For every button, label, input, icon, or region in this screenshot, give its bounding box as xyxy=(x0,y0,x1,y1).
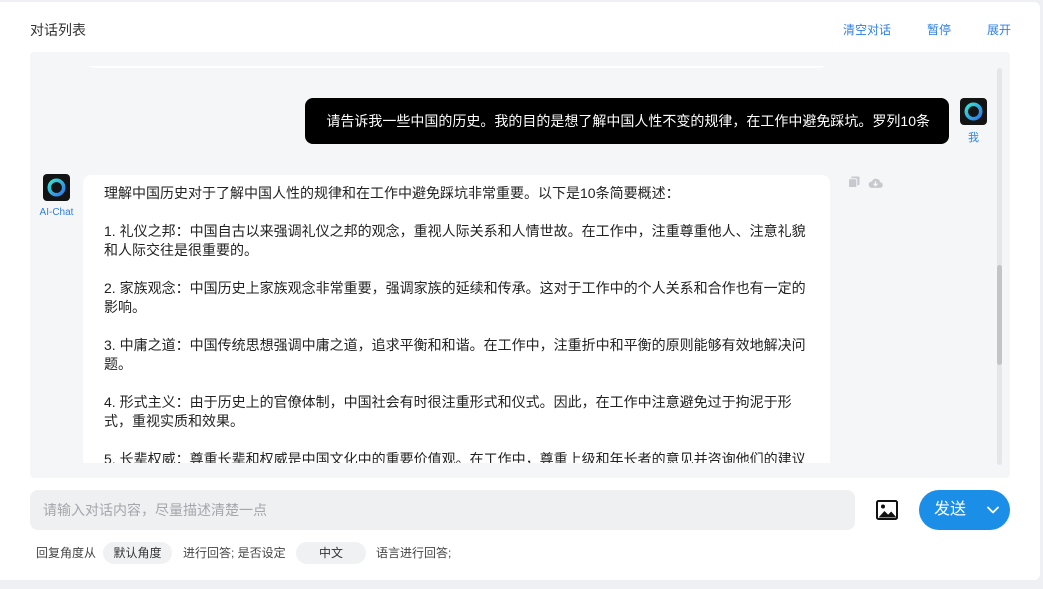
ai-message-paragraph: 4. 形式主义：由于历史上的官僚体制，中国社会有时很注重形式和仪式。因此，在工作… xyxy=(104,394,792,429)
message-list: 请告诉我一些中国的历史。我的目的是想了解中国人性不变的规律，在工作中避免踩坑。罗… xyxy=(30,66,1010,463)
ai-message-paragraph: 1. 礼仪之邦：中国自古以来强调礼仪之邦的观念，重视人际关系和人情世故。在工作中… xyxy=(104,223,806,258)
reply-angle-select[interactable]: 默认角度 xyxy=(103,542,172,564)
send-button-label: 发送 xyxy=(934,501,967,518)
cloud-download-icon xyxy=(868,178,883,188)
chat-panel: 对话列表 清空对话 暂停 展开 请告诉我一些中国的历史。我的目的是想了解中国人性… xyxy=(0,2,1040,580)
user-name-label: 我 xyxy=(968,132,979,144)
scrollbar-track[interactable] xyxy=(997,68,1002,465)
clear-conversation-link[interactable]: 清空对话 xyxy=(843,20,891,40)
chevron-down-icon xyxy=(987,506,999,514)
copy-icon xyxy=(848,176,860,188)
page-title: 对话列表 xyxy=(30,22,86,38)
ai-logo-icon xyxy=(43,174,70,201)
reply-language-prefix: 进行回答; 是否设定 xyxy=(183,546,286,560)
ai-avatar xyxy=(43,174,70,201)
image-icon xyxy=(876,500,898,520)
user-message-bubble: 请告诉我一些中国的历史。我的目的是想了解中国人性不变的规律，在工作中避免踩坑。罗… xyxy=(305,98,949,144)
user-avatar xyxy=(960,98,987,125)
reply-angle-prefix: 回复角度从 xyxy=(36,546,97,560)
chat-area: 请告诉我一些中国的历史。我的目的是想了解中国人性不变的规律，在工作中避免踩坑。罗… xyxy=(30,52,1010,478)
ai-logo-icon xyxy=(960,98,987,125)
message-input[interactable] xyxy=(30,490,855,530)
download-button[interactable] xyxy=(868,177,883,189)
ai-message-paragraph: 3. 中庸之道：中国传统思想强调中庸之道，追求平衡和和谐。在工作中，注重折中和平… xyxy=(104,337,806,372)
previous-message-bubble xyxy=(83,66,830,68)
copy-button[interactable] xyxy=(848,176,860,188)
ai-message-paragraph: 2. 家族观念：中国历史上家族观念非常重要，强调家族的延续和传承。这对于工作中的… xyxy=(104,280,806,315)
user-message-text: 请告诉我一些中国的历史。我的目的是想了解中国人性不变的规律，在工作中避免踩坑。罗… xyxy=(326,113,930,129)
expand-link[interactable]: 展开 xyxy=(987,20,1011,40)
reply-language-select[interactable]: 中文 xyxy=(296,542,366,564)
upload-image-button[interactable] xyxy=(876,500,898,520)
ai-message-paragraph: 理解中国历史对于了解中国人性的规律和在工作中避免踩坑非常重要。以下是10条简要概… xyxy=(104,185,680,201)
reply-language-suffix: 语言进行回答; xyxy=(376,546,452,560)
ai-message-paragraph: 5. 长辈权威：尊重长辈和权威是中国文化中的重要价值观。在工作中，尊重上级和年长… xyxy=(104,451,806,463)
send-button[interactable]: 发送 xyxy=(919,490,1010,530)
ai-message-bubble: 理解中国历史对于了解中国人性的规律和在工作中避免踩坑非常重要。以下是10条简要概… xyxy=(83,175,830,463)
scrollbar-thumb[interactable] xyxy=(997,265,1002,365)
pause-link[interactable]: 暂停 xyxy=(927,20,951,40)
send-options-toggle[interactable] xyxy=(981,490,1005,530)
ai-name-label: AI-Chat xyxy=(39,207,74,218)
